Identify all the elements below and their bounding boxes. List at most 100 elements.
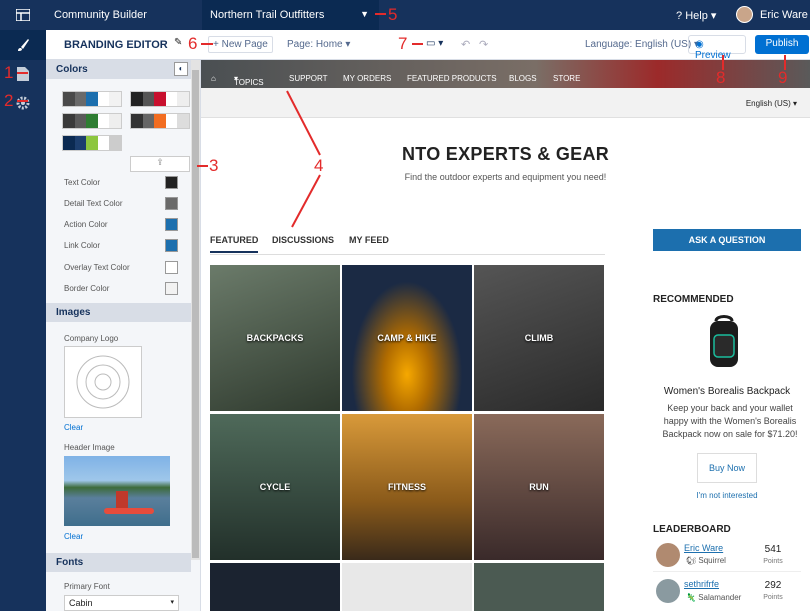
callout-number: 6 [188,34,198,53]
ask-question-button[interactable]: ASK A QUESTION [653,229,801,251]
salamander-icon: 🦎 [686,593,696,602]
left-rail [0,30,46,611]
leader-points: 292 [764,580,782,591]
topic-tile-partial[interactable] [342,563,472,611]
palette-swatch[interactable] [130,91,190,107]
leader-rank: 🦎 Salamander [686,593,741,602]
palette-swatch[interactable] [130,113,190,129]
detail-text-color-box[interactable] [165,197,178,210]
buy-now-button[interactable]: Buy Now [697,453,757,483]
page-icon[interactable] [15,66,31,82]
page-selector[interactable]: Page: Home ▾ [287,39,350,50]
topic-tile-partial[interactable] [210,563,340,611]
action-color-box[interactable] [165,218,178,231]
nav-item[interactable]: BLOGS [509,74,537,83]
palette-swatch[interactable] [62,91,122,107]
publish-button[interactable]: Publish [755,35,809,54]
tile-label: CLIMB [524,333,554,343]
site-subbar: English (US) ▾ [201,88,810,118]
undo-icon[interactable]: ↶ [461,38,470,51]
language-selector[interactable]: Language: English (US) ▾ [585,39,699,50]
new-page-button[interactable]: + New Page [208,36,273,53]
header-image-canoe [104,508,154,514]
topic-tile[interactable]: CAMP & HIKE [342,265,472,411]
leader-name[interactable]: sethrifrfe [684,579,719,589]
brush-icon[interactable] [0,30,46,60]
nav-item[interactable]: MY ORDERS [343,74,391,83]
topic-tile[interactable]: CYCLE [210,414,340,560]
panel-scrollbar[interactable] [191,60,200,560]
primary-font-label: Primary Font [64,582,110,591]
company-logo-image[interactable] [64,346,142,418]
callout-number: 5 [388,5,398,24]
leaderboard-heading: LEADERBOARD [653,524,731,535]
palette-swatch[interactable] [62,113,122,129]
fonts-section-header[interactable]: Fonts [46,553,191,572]
product-name[interactable]: Women's Borealis Backpack [653,386,801,397]
palette-swatch[interactable] [62,135,122,151]
editor-title: BRANDING EDITOR [64,39,168,51]
settings-gear-icon[interactable] [15,95,31,111]
clear-logo-link[interactable]: Clear [64,423,83,432]
app-menu-icon[interactable] [0,0,46,30]
page-title: NTO EXPERTS & GEAR [401,144,610,164]
upload-icon[interactable]: ⇪ [130,156,190,172]
header-image-thumbnail[interactable] [64,456,170,526]
user-name[interactable]: Eric Ware [760,9,808,21]
callout-number: 1 [4,63,14,82]
nav-item[interactable]: SUPPORT [289,74,328,83]
help-menu[interactable]: ? Help ▾ [676,9,716,22]
tab-discussions[interactable]: DISCUSSIONS [272,235,334,245]
palette-icon[interactable]: ◐ [174,62,188,76]
topic-tile[interactable]: CLIMB [474,265,604,411]
recommended-heading: RECOMMENDED [653,294,734,305]
language-label: Language: English (US) [585,39,692,50]
avatar[interactable] [656,579,680,603]
device-monitor-icon[interactable]: ▭ ▾ [426,38,443,49]
leader-name[interactable]: Eric Ware [684,543,723,553]
nav-item[interactable]: TOPICS ▾ [234,74,264,87]
images-title: Images [56,307,91,318]
redo-icon[interactable]: ↷ [479,38,488,51]
leader-points-label: Points [763,558,783,565]
border-color-box[interactable] [165,282,178,295]
topic-tile[interactable]: BACKPACKS [210,265,340,411]
text-color-box[interactable] [165,176,178,189]
home-icon[interactable]: ⌂ [211,74,216,83]
pencil-icon[interactable]: ✎ [174,37,188,51]
page-subtitle: Find the outdoor experts and equipment y… [404,172,607,182]
color-label: Link Color [64,241,101,250]
divider [653,571,801,572]
topic-tile-partial[interactable] [474,563,604,611]
topic-tile[interactable]: RUN [474,414,604,560]
tab-my-feed[interactable]: MY FEED [349,235,389,245]
tab-featured[interactable]: FEATURED [210,235,259,253]
builder-toolbar: BRANDING EDITOR ✎ + New Page Page: Home … [46,30,810,61]
colors-section-header[interactable]: Colors ◐ [46,60,200,79]
tile-label: BACKPACKS [246,333,304,343]
avatar[interactable] [656,543,680,567]
company-logo-label: Company Logo [64,334,119,343]
overlay-text-color-box[interactable] [165,261,178,274]
avatar[interactable] [736,6,753,23]
not-interested-link[interactable]: I'm not interested [653,491,801,500]
scrollbar-thumb[interactable] [192,70,199,558]
site-language-selector[interactable]: English (US) ▾ [746,99,797,108]
backpack-image[interactable] [704,315,744,371]
product-description: Keep your back and your wallet happy wit… [662,403,798,439]
site-selector[interactable]: Northern Trail Outfitters ▼ [202,0,379,30]
primary-font-select[interactable]: Cabin ▾ [64,595,179,611]
squirrel-icon: 🐿 [686,556,697,565]
preview-button[interactable]: ◉ Preview [688,35,746,61]
topic-tile[interactable]: FITNESS [342,414,472,560]
nav-item[interactable]: FEATURED PRODUCTS [407,74,497,83]
color-label: Detail Text Color [64,199,123,208]
nav-item[interactable]: STORE [553,74,580,83]
link-color-box[interactable] [165,239,178,252]
tile-label: RUN [529,482,549,492]
images-section-header[interactable]: Images [46,303,191,322]
tile-label: FITNESS [387,482,426,492]
app-name: Community Builder [54,9,147,21]
clear-header-link[interactable]: Clear [64,532,83,541]
callout-number: 7 [398,34,408,53]
